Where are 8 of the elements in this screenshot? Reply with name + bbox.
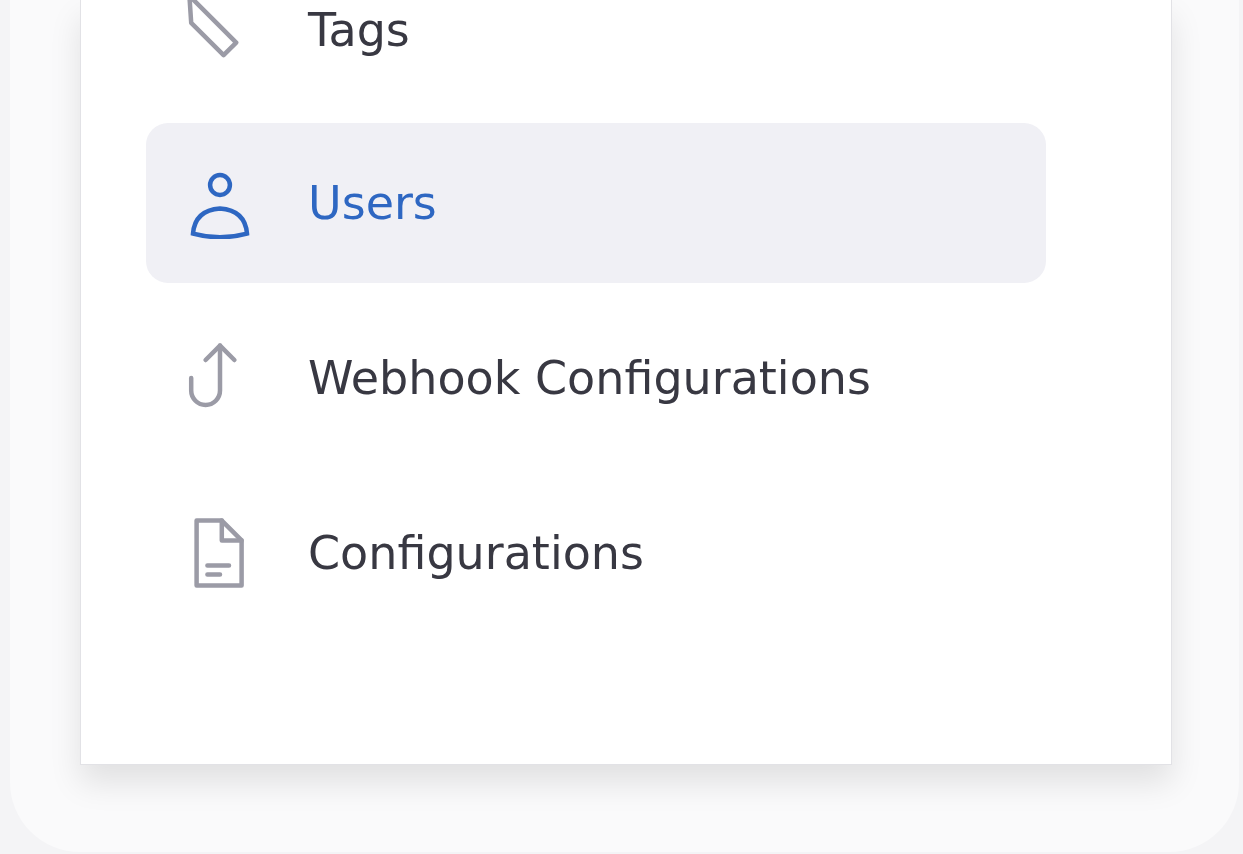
menu-item[interactable]: Tags — [146, 0, 1046, 60]
menu-item[interactable]: Webhook Configurations — [146, 298, 1046, 458]
menu-label: Webhook Configurations — [308, 351, 871, 405]
menu-item[interactable]: Configurations — [146, 473, 1046, 633]
menu-label: Users — [308, 176, 437, 230]
menu-label: Configurations — [308, 526, 644, 580]
menu-label: Tags — [308, 3, 410, 57]
menu-item[interactable]: Users — [146, 123, 1046, 283]
